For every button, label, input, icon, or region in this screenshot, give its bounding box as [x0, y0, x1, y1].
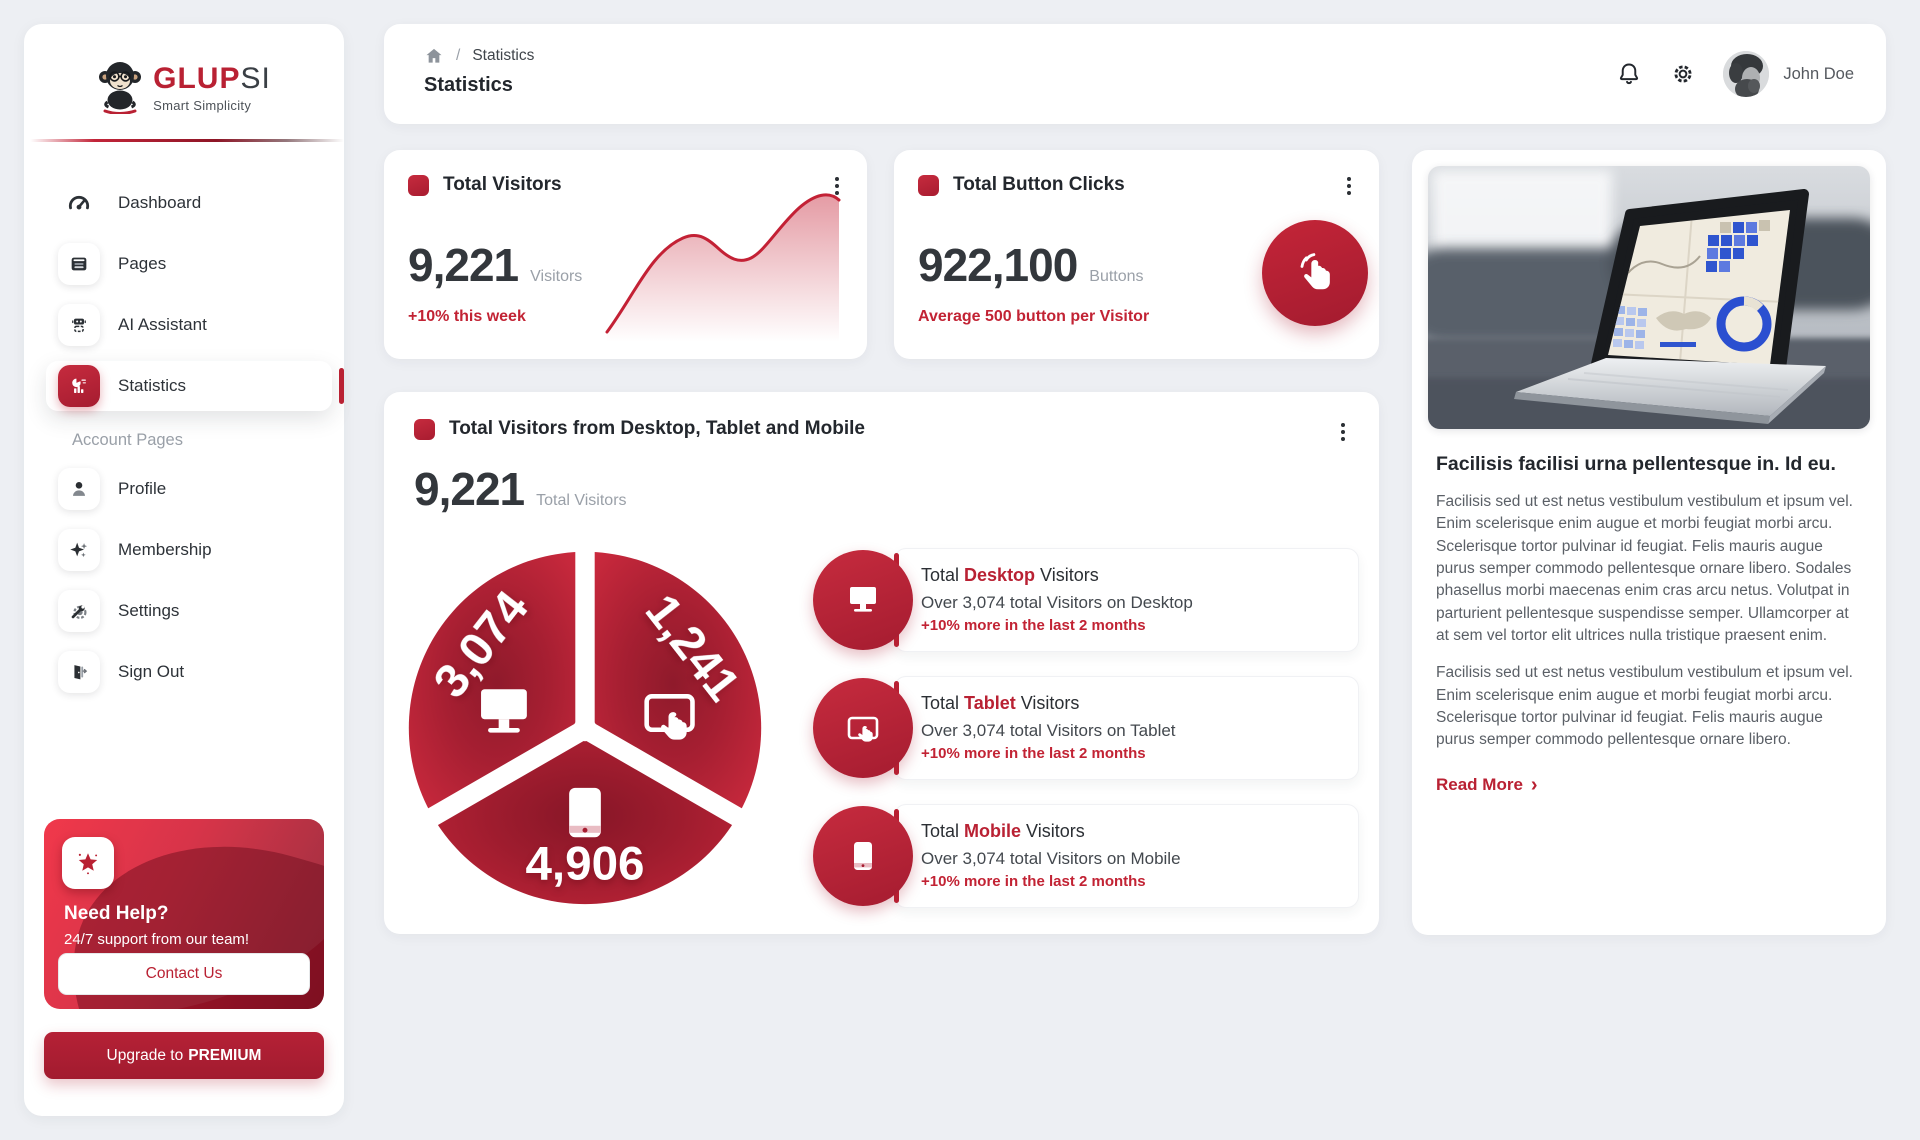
- article-card: Facilisis facilisi urna pellentesque in.…: [1412, 150, 1886, 935]
- total-visitors-card: Total Visitors 9,221 Visitors +10% this …: [384, 150, 867, 359]
- row-delta: +10% more in the last 2 months: [921, 745, 1340, 762]
- sidebar-item-label: Pages: [118, 254, 166, 274]
- devices-breakdown-card: Total Visitors from Desktop, Tablet and …: [384, 392, 1379, 934]
- card-title: Total Visitors from Desktop, Tablet and …: [449, 418, 865, 440]
- card-title: Total Button Clicks: [953, 174, 1125, 196]
- clicks-value: 922,100: [918, 238, 1077, 292]
- row-title: Total Mobile Visitors: [921, 821, 1340, 842]
- kebab-menu-icon[interactable]: [1337, 174, 1361, 198]
- sidebar-item-label: Sign Out: [118, 662, 184, 682]
- read-more-link[interactable]: Read More ›: [1436, 775, 1538, 795]
- sidebar-nav: Dashboard Pages: [24, 142, 344, 697]
- mobile-icon: [813, 806, 913, 906]
- row-delta: +10% more in the last 2 months: [921, 873, 1340, 890]
- devices-total-unit: Total Visitors: [536, 492, 626, 510]
- device-list: Total Desktop Visitors Over 3,074 total …: [813, 548, 1359, 908]
- sidebar-item-label: AI Assistant: [118, 315, 207, 335]
- help-title: Need Help?: [64, 903, 169, 925]
- statistics-icon: [58, 365, 100, 407]
- row-delta: +10% more in the last 2 months: [921, 617, 1340, 634]
- need-help-card: Need Help? 24/7 support from our team! C…: [44, 819, 324, 1009]
- desktop-icon: [813, 550, 913, 650]
- row-line: Over 3,074 total Visitors on Mobile: [921, 849, 1340, 869]
- tablet-icon: [813, 678, 913, 778]
- breadcrumb-separator: /: [456, 47, 460, 65]
- gear-icon[interactable]: [1669, 60, 1697, 88]
- robot-icon: [58, 304, 100, 346]
- bell-icon[interactable]: [1615, 60, 1643, 88]
- devices-pie-chart: 3,074 1,241 4,906: [400, 543, 770, 913]
- pages-icon: [58, 243, 100, 285]
- sparkles-icon: [58, 529, 100, 571]
- star-icon: [62, 837, 114, 889]
- monkey-mascot-icon: [97, 58, 143, 119]
- red-square-bullet: [408, 175, 429, 196]
- list-item-mobile[interactable]: Total Mobile Visitors Over 3,074 total V…: [813, 804, 1359, 908]
- row-line: Over 3,074 total Visitors on Desktop: [921, 593, 1340, 613]
- sidebar-item-pages[interactable]: Pages: [46, 239, 326, 289]
- sidebar-item-label: Membership: [118, 540, 212, 560]
- sign-out-door-icon: [58, 651, 100, 693]
- avatar[interactable]: [1723, 51, 1769, 97]
- breadcrumb: / Statistics: [424, 46, 534, 66]
- brand-tagline: Smart Simplicity: [153, 98, 271, 113]
- kebab-menu-icon[interactable]: [1331, 420, 1355, 444]
- clicks-unit: Buttons: [1089, 268, 1143, 286]
- profile-icon: [58, 468, 100, 510]
- sidebar-item-statistics[interactable]: Statistics: [46, 361, 332, 411]
- click-hand-icon[interactable]: [1262, 220, 1368, 326]
- sidebar-item-ai-assistant[interactable]: AI Assistant: [46, 300, 326, 350]
- dashboard-icon: [58, 182, 100, 224]
- chevron-right-icon: ›: [1531, 775, 1538, 795]
- user-name: John Doe: [1783, 65, 1854, 84]
- red-square-bullet: [918, 175, 939, 196]
- row-title: Total Desktop Visitors: [921, 565, 1340, 586]
- help-subtitle: 24/7 support from our team!: [64, 931, 249, 948]
- visitors-value: 9,221: [408, 238, 518, 292]
- article-paragraph: Facilisis sed ut est netus vestibulum ve…: [1436, 491, 1861, 647]
- account-pages-label: Account Pages: [72, 431, 326, 450]
- row-line: Over 3,074 total Visitors on Tablet: [921, 721, 1340, 741]
- upgrade-premium-button[interactable]: Upgrade to PREMIUM: [44, 1032, 324, 1079]
- sidebar-item-label: Profile: [118, 479, 166, 499]
- home-icon[interactable]: [424, 46, 444, 66]
- visitors-unit: Visitors: [530, 268, 582, 286]
- laptop-photo: [1428, 166, 1870, 429]
- sidebar: GLUPSI Smart Simplicity Dashboard: [24, 24, 344, 1116]
- logo: GLUPSI Smart Simplicity: [24, 24, 344, 119]
- sidebar-item-profile[interactable]: Profile: [46, 464, 326, 514]
- clicks-note: Average 500 button per Visitor: [918, 308, 1149, 326]
- topbar-actions: John Doe: [1615, 24, 1854, 124]
- red-square-bullet: [414, 419, 435, 440]
- sidebar-item-dashboard[interactable]: Dashboard: [46, 178, 326, 228]
- sidebar-item-label: Statistics: [118, 376, 186, 396]
- sidebar-item-sign-out[interactable]: Sign Out: [46, 647, 326, 697]
- card-title: Total Visitors: [443, 174, 562, 196]
- statistics-page: GLUPSI Smart Simplicity Dashboard: [0, 0, 1920, 1140]
- list-item-tablet[interactable]: Total Tablet Visitors Over 3,074 total V…: [813, 676, 1359, 780]
- sidebar-item-label: Settings: [118, 601, 179, 621]
- row-title: Total Tablet Visitors: [921, 693, 1340, 714]
- article-paragraph: Facilisis sed ut est netus vestibulum ve…: [1436, 662, 1861, 751]
- article-heading: Facilisis facilisi urna pellentesque in.…: [1436, 453, 1862, 476]
- page-title: Statistics: [424, 74, 513, 97]
- total-button-clicks-card: Total Button Clicks 922,100 Buttons Aver…: [894, 150, 1379, 359]
- top-bar: / Statistics Statistics: [384, 24, 1886, 124]
- sidebar-item-settings[interactable]: Settings: [46, 586, 326, 636]
- list-item-desktop[interactable]: Total Desktop Visitors Over 3,074 total …: [813, 548, 1359, 652]
- contact-us-button[interactable]: Contact Us: [58, 953, 310, 995]
- breadcrumb-current[interactable]: Statistics: [472, 47, 534, 65]
- brand-name: GLUPSI: [153, 62, 271, 95]
- sidebar-item-membership[interactable]: Membership: [46, 525, 326, 575]
- pie-label-mobile: 4,906: [525, 838, 644, 891]
- sidebar-item-label: Dashboard: [118, 193, 201, 213]
- settings-wrench-icon: [58, 590, 100, 632]
- mobile-icon: [569, 788, 601, 837]
- visitors-sparkline-chart: [599, 182, 851, 344]
- visitors-delta: +10% this week: [408, 308, 526, 326]
- devices-total-value: 9,221: [414, 462, 524, 516]
